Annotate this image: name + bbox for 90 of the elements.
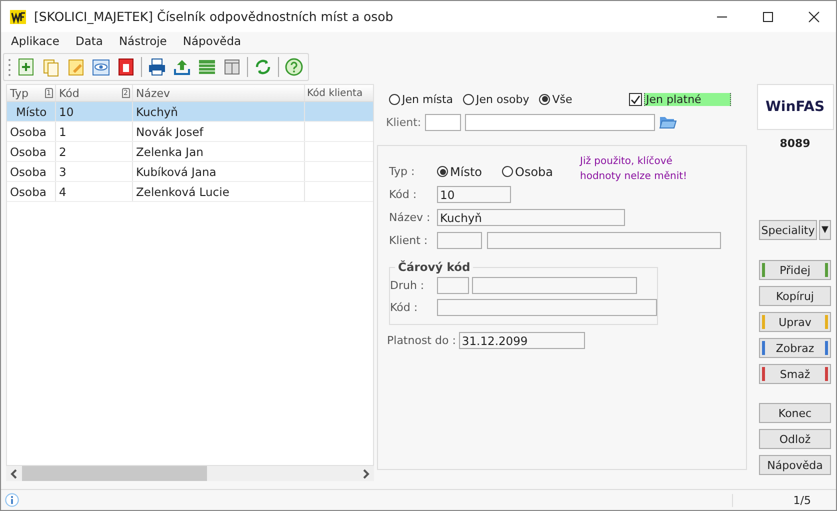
column-label: Typ [10,86,28,100]
action-button[interactable]: Přidej [759,260,831,280]
barcode-label: Kód : [390,300,419,314]
table-cell: 3 [59,164,66,178]
type-radio[interactable]: Místo [437,164,482,178]
columns-icon[interactable] [222,57,242,77]
kind-name-field[interactable] [472,276,637,294]
table-row[interactable]: Místo 10 Kuchyň [7,102,373,122]
type-label: Typ : [389,165,416,178]
client-code-field[interactable] [425,114,462,130]
table-cell: Zelenková Lucie [136,184,230,198]
table-cell: Osoba [10,144,46,158]
eye-icon[interactable] [91,57,111,77]
table-row[interactable]: Osoba 2 Zelenka Jan [7,142,373,162]
print-icon[interactable] [147,57,167,77]
table-row[interactable]: Osoba 4 Zelenková Lucie [7,182,373,202]
folder-icon[interactable] [659,114,678,130]
scroll-left-icon[interactable] [10,468,18,478]
valid-until-label: Platnost do : [387,334,456,347]
table-cell: 4 [59,184,66,198]
name-label: Název : [389,211,432,224]
action-button[interactable]: Kopíruj [759,286,831,306]
client-code-field[interactable] [437,232,482,249]
table-cell: Kubíková Jana [136,164,216,178]
scroll-thumb[interactable] [22,466,207,481]
column-label: Kód [59,86,80,100]
window-title: [SKOLICI_MAJETEK] Číselník odpovědnostních míst a osob [34,9,394,24]
table-row[interactable]: Osoba 1 Novák Josef [7,122,373,142]
code-label: Kód : [389,188,418,201]
dropdown-button[interactable]: ▼ [819,220,831,240]
info-icon [5,493,19,507]
warning-text: Již použito, klíčové hodnoty nelze měnit! [580,155,688,184]
filter-radio[interactable]: Vše [539,92,572,106]
table-cell: Osoba [10,164,46,178]
filter-radio[interactable]: Jen osoby [463,92,530,106]
menu-item[interactable]: Nástroje [118,34,167,48]
table-cell: Osoba [10,124,46,138]
client-label: Klient: [386,116,422,128]
column-label: Kód klienta [307,88,363,98]
client-name-field[interactable] [465,114,656,130]
speciality-button[interactable]: Speciality [759,220,817,240]
logo-text: WinFAS [765,99,825,115]
nav-button[interactable]: Konec [759,403,831,423]
menu-item[interactable]: Nápověda [182,34,242,48]
table-cell: Osoba [10,184,46,198]
company-number: 8089 [780,137,810,150]
client-name-field[interactable] [487,232,721,249]
type-radio[interactable]: Osoba [502,164,554,178]
code-field[interactable]: 10 [437,186,511,203]
table-cell-text: Místo [15,104,47,118]
trash-icon[interactable] [116,57,136,77]
table-cell: Novák Josef [136,124,204,138]
record-position: 1/5 [732,494,836,506]
pencil-icon[interactable] [66,57,86,77]
grip-icon [8,58,11,76]
column-label: Název [136,86,170,100]
column-header[interactable]: Název [133,85,305,101]
valid-until-field[interactable]: 31.12.2099 [458,332,585,349]
scroll-right-icon[interactable] [362,468,370,478]
table-cell: Zelenka Jan [136,144,204,158]
group-title: Čárový kód [397,260,472,274]
kind-code-field[interactable] [437,276,469,294]
name-field[interactable]: Kuchyň [437,209,625,226]
table-cell: Kuchyň [136,104,178,118]
table-icon[interactable] [197,57,217,77]
app-logo-icon [10,10,26,24]
barcode-field[interactable] [437,298,657,316]
nav-button[interactable]: Odlož [759,429,831,449]
action-button[interactable]: Zobraz [759,338,831,358]
maximize-icon[interactable] [762,10,774,22]
copy-icon[interactable] [41,57,61,77]
kind-label: Druh : [390,278,426,292]
menu-item[interactable]: Data [75,34,103,48]
column-header[interactable]: Kód klienta [305,85,373,101]
action-button[interactable]: Uprav [759,312,831,332]
filter-radio[interactable]: Jen místa [389,92,454,106]
horizontal-scrollbar[interactable] [6,466,374,481]
help-icon[interactable] [284,57,304,77]
menu-item[interactable]: Aplikace [11,34,60,48]
action-button[interactable]: Smaž [759,364,831,384]
table-row[interactable]: Osoba 3 Kubíková Jana [7,162,373,182]
nav-button[interactable]: Nápověda [759,455,831,475]
table-cell: 10 [59,104,74,118]
client-label: Klient : [389,234,429,247]
refresh-icon[interactable] [253,57,273,77]
table-cell: 1 [59,124,66,138]
close-icon[interactable] [808,10,820,22]
upload-icon[interactable] [172,57,192,77]
add-icon[interactable] [16,57,36,77]
table-cell: 2 [59,144,66,158]
